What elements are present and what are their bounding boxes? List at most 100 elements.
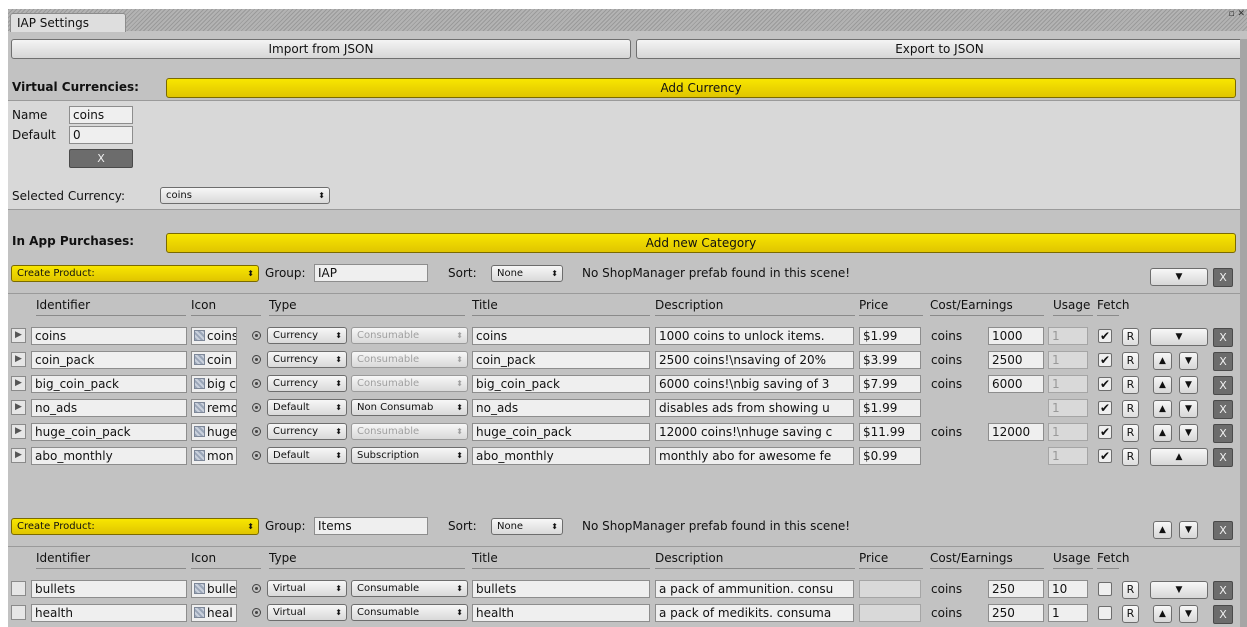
product-type-dropdown[interactable]: Virtual ⬍ [267,580,347,597]
refresh-button[interactable]: R [1122,400,1139,418]
add-category-button[interactable]: Add new Category [166,233,1236,253]
object-picker-icon[interactable] [252,403,261,412]
move-down-button[interactable]: ▼ [1179,424,1198,442]
fetch-checkbox[interactable] [1098,606,1112,620]
product-icon-field[interactable]: coin [191,351,237,369]
delete-product-button[interactable]: X [1213,448,1233,467]
object-picker-icon[interactable] [252,331,261,340]
product-identifier-field[interactable]: abo_monthly [31,447,187,465]
object-picker-icon[interactable] [252,451,261,460]
product-title-field[interactable]: huge_coin_pack [472,423,650,441]
delete-product-button[interactable]: X [1213,400,1233,419]
move-down-button[interactable]: ▼ [1150,328,1208,346]
product-identifier-field[interactable]: big_coin_pack [31,375,187,393]
product-title-field[interactable]: coin_pack [472,351,650,369]
expand-row-icon[interactable] [11,605,26,620]
product-title-field[interactable]: coins [472,327,650,345]
product-description-field[interactable]: 12000 coins!\nhuge saving c [655,423,854,441]
product-cost-amount-field[interactable]: 2500 [988,351,1044,369]
scrollbar[interactable] [1240,39,1247,627]
move-up-button[interactable]: ▲ [1153,424,1172,442]
product-icon-field[interactable]: remo [191,399,237,417]
product-price-field[interactable]: $1.99 [859,327,921,345]
move-down-button[interactable]: ▼ [1179,400,1198,418]
expand-row-icon[interactable]: ▶ [11,424,26,439]
product-description-field[interactable]: monthly abo for awesome fe [655,447,854,465]
product-title-field[interactable]: bullets [472,580,650,598]
product-price-field[interactable] [859,604,921,622]
product-icon-field[interactable]: coins [191,327,237,345]
currency-name-field[interactable]: coins [69,106,133,124]
delete-category-button[interactable]: X [1213,521,1233,540]
create-product-dropdown[interactable]: Create Product: ⬍ [11,518,259,535]
fetch-checkbox[interactable]: ✔ [1098,329,1112,343]
product-usage-field[interactable]: 1 [1048,447,1088,465]
refresh-button[interactable]: R [1122,352,1139,370]
product-title-field[interactable]: abo_monthly [472,447,650,465]
move-down-button[interactable]: ▼ [1179,605,1198,623]
product-icon-field[interactable]: mon [191,447,237,465]
product-cost-amount-field[interactable]: 250 [988,604,1044,622]
sort-dropdown[interactable]: None ⬍ [491,518,563,535]
product-kind-dropdown[interactable]: Consumable ⬍ [351,580,468,597]
product-title-field[interactable]: health [472,604,650,622]
object-picker-icon[interactable] [252,584,261,593]
remove-currency-button[interactable]: X [69,149,133,168]
product-icon-field[interactable]: bulle [191,580,237,598]
delete-product-button[interactable]: X [1213,605,1233,624]
delete-product-button[interactable]: X [1213,376,1233,395]
product-description-field[interactable]: disables ads from showing u [655,399,854,417]
move-category-down-button[interactable]: ▼ [1150,268,1208,286]
product-kind-dropdown[interactable]: Non Consumab ⬍ [351,399,468,416]
product-identifier-field[interactable]: coin_pack [31,351,187,369]
refresh-button[interactable]: R [1122,328,1139,346]
product-icon-field[interactable]: huge [191,423,237,441]
add-currency-button[interactable]: Add Currency [166,78,1236,98]
product-description-field[interactable]: 6000 coins!\nbig saving of 3 [655,375,854,393]
product-description-field[interactable]: a pack of ammunition. consu [655,580,854,598]
move-up-button[interactable]: ▲ [1153,400,1172,418]
product-usage-field[interactable]: 1 [1048,423,1088,441]
move-down-button[interactable]: ▼ [1179,376,1198,394]
expand-row-icon[interactable]: ▶ [11,352,26,367]
move-up-button[interactable]: ▲ [1150,448,1208,466]
refresh-button[interactable]: R [1122,376,1139,394]
product-icon-field[interactable]: big c [191,375,237,393]
product-price-field[interactable]: $1.99 [859,399,921,417]
product-cost-amount-field[interactable]: 1000 [988,327,1044,345]
product-identifier-field[interactable]: huge_coin_pack [31,423,187,441]
product-kind-dropdown[interactable]: Consumable ⬍ [351,375,468,392]
delete-product-button[interactable]: X [1213,581,1233,600]
product-description-field[interactable]: a pack of medikits. consuma [655,604,854,622]
product-identifier-field[interactable]: bullets [31,580,187,598]
product-price-field[interactable]: $7.99 [859,375,921,393]
product-identifier-field[interactable]: no_ads [31,399,187,417]
move-up-button[interactable]: ▲ [1153,376,1172,394]
product-price-field[interactable]: $11.99 [859,423,921,441]
fetch-checkbox[interactable]: ✔ [1098,401,1112,415]
move-category-up-button[interactable]: ▲ [1153,521,1172,539]
product-kind-dropdown[interactable]: Consumable ⬍ [351,351,468,368]
product-price-field[interactable]: $3.99 [859,351,921,369]
product-kind-dropdown[interactable]: Consumable ⬍ [351,604,468,621]
object-picker-icon[interactable] [252,355,261,364]
product-title-field[interactable]: no_ads [472,399,650,417]
group-name-field[interactable]: IAP [314,264,428,282]
move-down-button[interactable]: ▼ [1150,581,1208,599]
product-type-dropdown[interactable]: Currency ⬍ [267,351,347,368]
product-type-dropdown[interactable]: Currency ⬍ [267,423,347,440]
fetch-checkbox[interactable]: ✔ [1098,425,1112,439]
product-cost-amount-field[interactable]: 12000 [988,423,1044,441]
product-usage-field[interactable]: 1 [1048,375,1088,393]
product-description-field[interactable]: 1000 coins to unlock items. [655,327,854,345]
product-price-field[interactable] [859,580,921,598]
expand-row-icon[interactable]: ▶ [11,400,26,415]
product-identifier-field[interactable]: health [31,604,187,622]
window-controls-icon[interactable]: ▫ ✕ [1228,10,1245,19]
refresh-button[interactable]: R [1122,605,1139,623]
product-type-dropdown[interactable]: Default ⬍ [267,399,347,416]
product-identifier-field[interactable]: coins [31,327,187,345]
product-usage-field[interactable]: 1 [1048,327,1088,345]
product-title-field[interactable]: big_coin_pack [472,375,650,393]
product-price-field[interactable]: $0.99 [859,447,921,465]
